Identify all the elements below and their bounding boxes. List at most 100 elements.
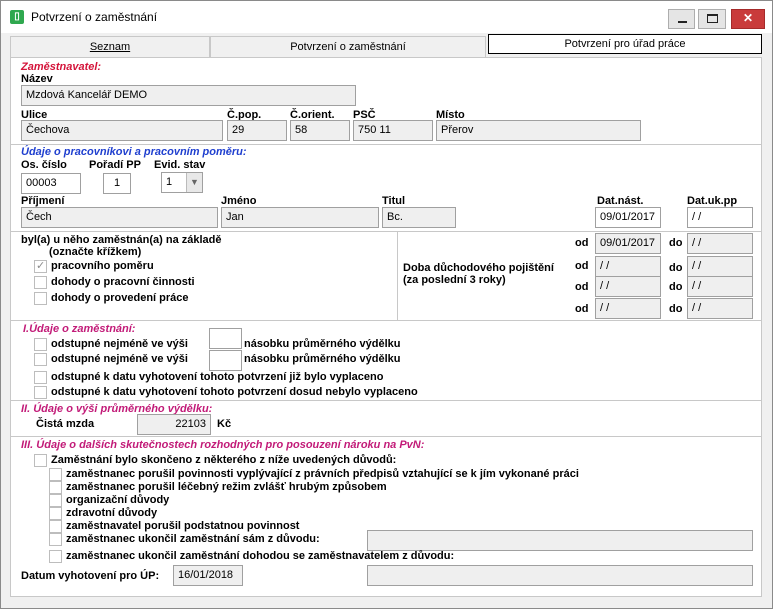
section1-row4: odstupné k datu vyhotovení tohoto potvrz… (51, 386, 418, 398)
reason-3: zdravotní důvody (66, 507, 158, 519)
app-icon: ▯ (10, 10, 24, 24)
jmeno-label: Jméno (221, 195, 257, 207)
basis-option-0: pracovního poměru (51, 260, 154, 272)
datnast-label: Dat.nást. (597, 195, 644, 207)
section1-multiple-1[interactable] (209, 328, 242, 349)
section1-row2-a: odstupné nejméně ve výši (51, 353, 188, 365)
reason-5-detail-field[interactable] (367, 530, 753, 551)
do-label: do (669, 262, 683, 274)
pension-od-2[interactable]: / / (595, 276, 661, 297)
poradi-label: Pořadí PP (89, 159, 141, 171)
close-button[interactable]: ✕ (731, 9, 765, 29)
reason-2: organizační důvody (66, 494, 170, 506)
oscislo-field[interactable]: 00003 (21, 173, 81, 194)
section1-row2-b: násobku průměrného výdělku (244, 353, 401, 365)
date-label: Datum vyhotovení pro ÚP: (21, 570, 160, 582)
maximize-icon (707, 14, 718, 23)
tab-strip: Seznam Potvrzení o zaměstnání Potvrzení … (10, 34, 762, 58)
worker-section-title: Údaje o pracovníkovi a pracovním poměru: (21, 146, 247, 158)
pension-od-0[interactable]: 09/01/2017 (595, 233, 661, 254)
pension-do-3[interactable]: / / (687, 298, 753, 319)
do-label: do (669, 303, 683, 315)
basis-checkbox-0[interactable]: ✓ (34, 260, 47, 273)
reason-checkbox-1[interactable] (49, 481, 62, 494)
jmeno-field[interactable]: Jan (221, 207, 379, 228)
section1-row3: odstupné k datu vyhotovení tohoto potvrz… (51, 371, 384, 383)
divider (11, 400, 761, 401)
reason-4: zaměstnavatel porušil podstatnou povinno… (66, 520, 300, 532)
reason-checkbox-4[interactable] (49, 520, 62, 533)
section1-row1-b: násobku průměrného výdělku (244, 338, 401, 350)
pension-line1: Doba důchodového pojištění (403, 262, 554, 274)
prijmeni-label: Příjmení (21, 195, 65, 207)
reason-checkbox-3[interactable] (49, 507, 62, 520)
reason-checkbox-5[interactable] (49, 533, 62, 546)
currency-label: Kč (217, 418, 232, 430)
evid-value: 1 (166, 176, 173, 188)
pension-od-3[interactable]: / / (595, 298, 661, 319)
od-label: od (575, 303, 589, 315)
od-label: od (575, 281, 589, 293)
oscislo-label: Os. číslo (21, 159, 67, 171)
reason-1: zaměstnanec porušil léčebný režim zvlášť… (66, 481, 387, 493)
title-bar: ▯ Potvrzení o zaměstnání ✕ (1, 1, 772, 33)
form-panel: Zaměstnavatel: Název Mzdová Kancelář DEM… (10, 57, 762, 597)
tab-potvrzeni-pro-urad-prace[interactable]: Potvrzení pro úřad práce (488, 34, 762, 54)
basis-option-1: dohody o pracovní činnosti (51, 276, 195, 288)
city-field[interactable]: Přerov (436, 120, 641, 141)
reason-5: zaměstnanec ukončil zaměstnání sám z dův… (66, 533, 320, 545)
pension-od-1[interactable]: / / (595, 256, 661, 277)
basis-checkbox-2[interactable] (34, 292, 47, 305)
prijmeni-field[interactable]: Čech (21, 207, 218, 228)
corient-field[interactable]: 58 (290, 120, 350, 141)
reason-checkbox-2[interactable] (49, 494, 62, 507)
basis-line2: (označte křížkem) (49, 246, 142, 258)
basis-option-2: dohody o provedení práce (51, 292, 189, 304)
window-title: Potvrzení o zaměstnání (31, 10, 158, 24)
psc-field[interactable]: 750 11 (353, 120, 433, 141)
section3-main-text: Zaměstnání bylo skončeno z některého z n… (51, 454, 397, 466)
do-label: do (669, 281, 683, 293)
reason-checkbox-6[interactable] (49, 550, 62, 563)
section3-title: III. Údaje o dalších skutečnostech rozho… (21, 439, 425, 451)
poradi-field[interactable]: 1 (103, 173, 131, 194)
divider (11, 436, 761, 437)
section1-checkbox-3[interactable] (34, 386, 47, 399)
mzda-field[interactable]: 22103 (137, 414, 211, 435)
maximize-button[interactable] (698, 9, 726, 29)
evid-select[interactable]: 1 ▼ (161, 172, 203, 193)
section1-checkbox-0[interactable] (34, 338, 47, 351)
reason-0: zaměstnanec porušil povinnosti vyplývají… (66, 468, 579, 480)
employer-name-field[interactable]: Mzdová Kancelář DEMO (21, 85, 356, 106)
date-field[interactable]: 16/01/2018 (173, 565, 243, 586)
evid-label: Evid. stav (154, 159, 206, 171)
minimize-icon (678, 21, 687, 23)
tab-seznam[interactable]: Seznam (10, 36, 210, 58)
pension-do-1[interactable]: / / (687, 256, 753, 277)
minimize-button[interactable] (668, 9, 695, 29)
datnast-field[interactable]: 09/01/2017 (595, 207, 661, 228)
tab-potvrzeni-o-zamestnani[interactable]: Potvrzení o zaměstnání (210, 36, 486, 58)
pension-do-0[interactable]: / / (687, 233, 753, 254)
divider (11, 320, 761, 321)
basis-line1: byl(a) u něho zaměstnán(a) na základě (21, 234, 222, 246)
chevron-down-icon[interactable]: ▼ (186, 173, 202, 192)
od-label: od (575, 237, 589, 249)
cpop-field[interactable]: 29 (227, 120, 287, 141)
titul-label: Titul (382, 195, 406, 207)
section3-main-checkbox[interactable] (34, 454, 47, 467)
section1-multiple-2[interactable] (209, 350, 242, 371)
divider (11, 231, 761, 232)
basis-checkbox-1[interactable] (34, 276, 47, 289)
od-label: od (575, 260, 589, 272)
titul-field[interactable]: Bc. (382, 207, 456, 228)
street-field[interactable]: Čechova (21, 120, 223, 141)
section1-row1-a: odstupné nejméně ve výši (51, 338, 188, 350)
section1-checkbox-1[interactable] (34, 353, 47, 366)
reason-checkbox-0[interactable] (49, 468, 62, 481)
datuk-field[interactable]: / / (687, 207, 753, 228)
section1-checkbox-2[interactable] (34, 371, 47, 384)
reason-6-detail-field[interactable] (367, 565, 753, 586)
divider (397, 231, 398, 320)
pension-do-2[interactable]: / / (687, 276, 753, 297)
